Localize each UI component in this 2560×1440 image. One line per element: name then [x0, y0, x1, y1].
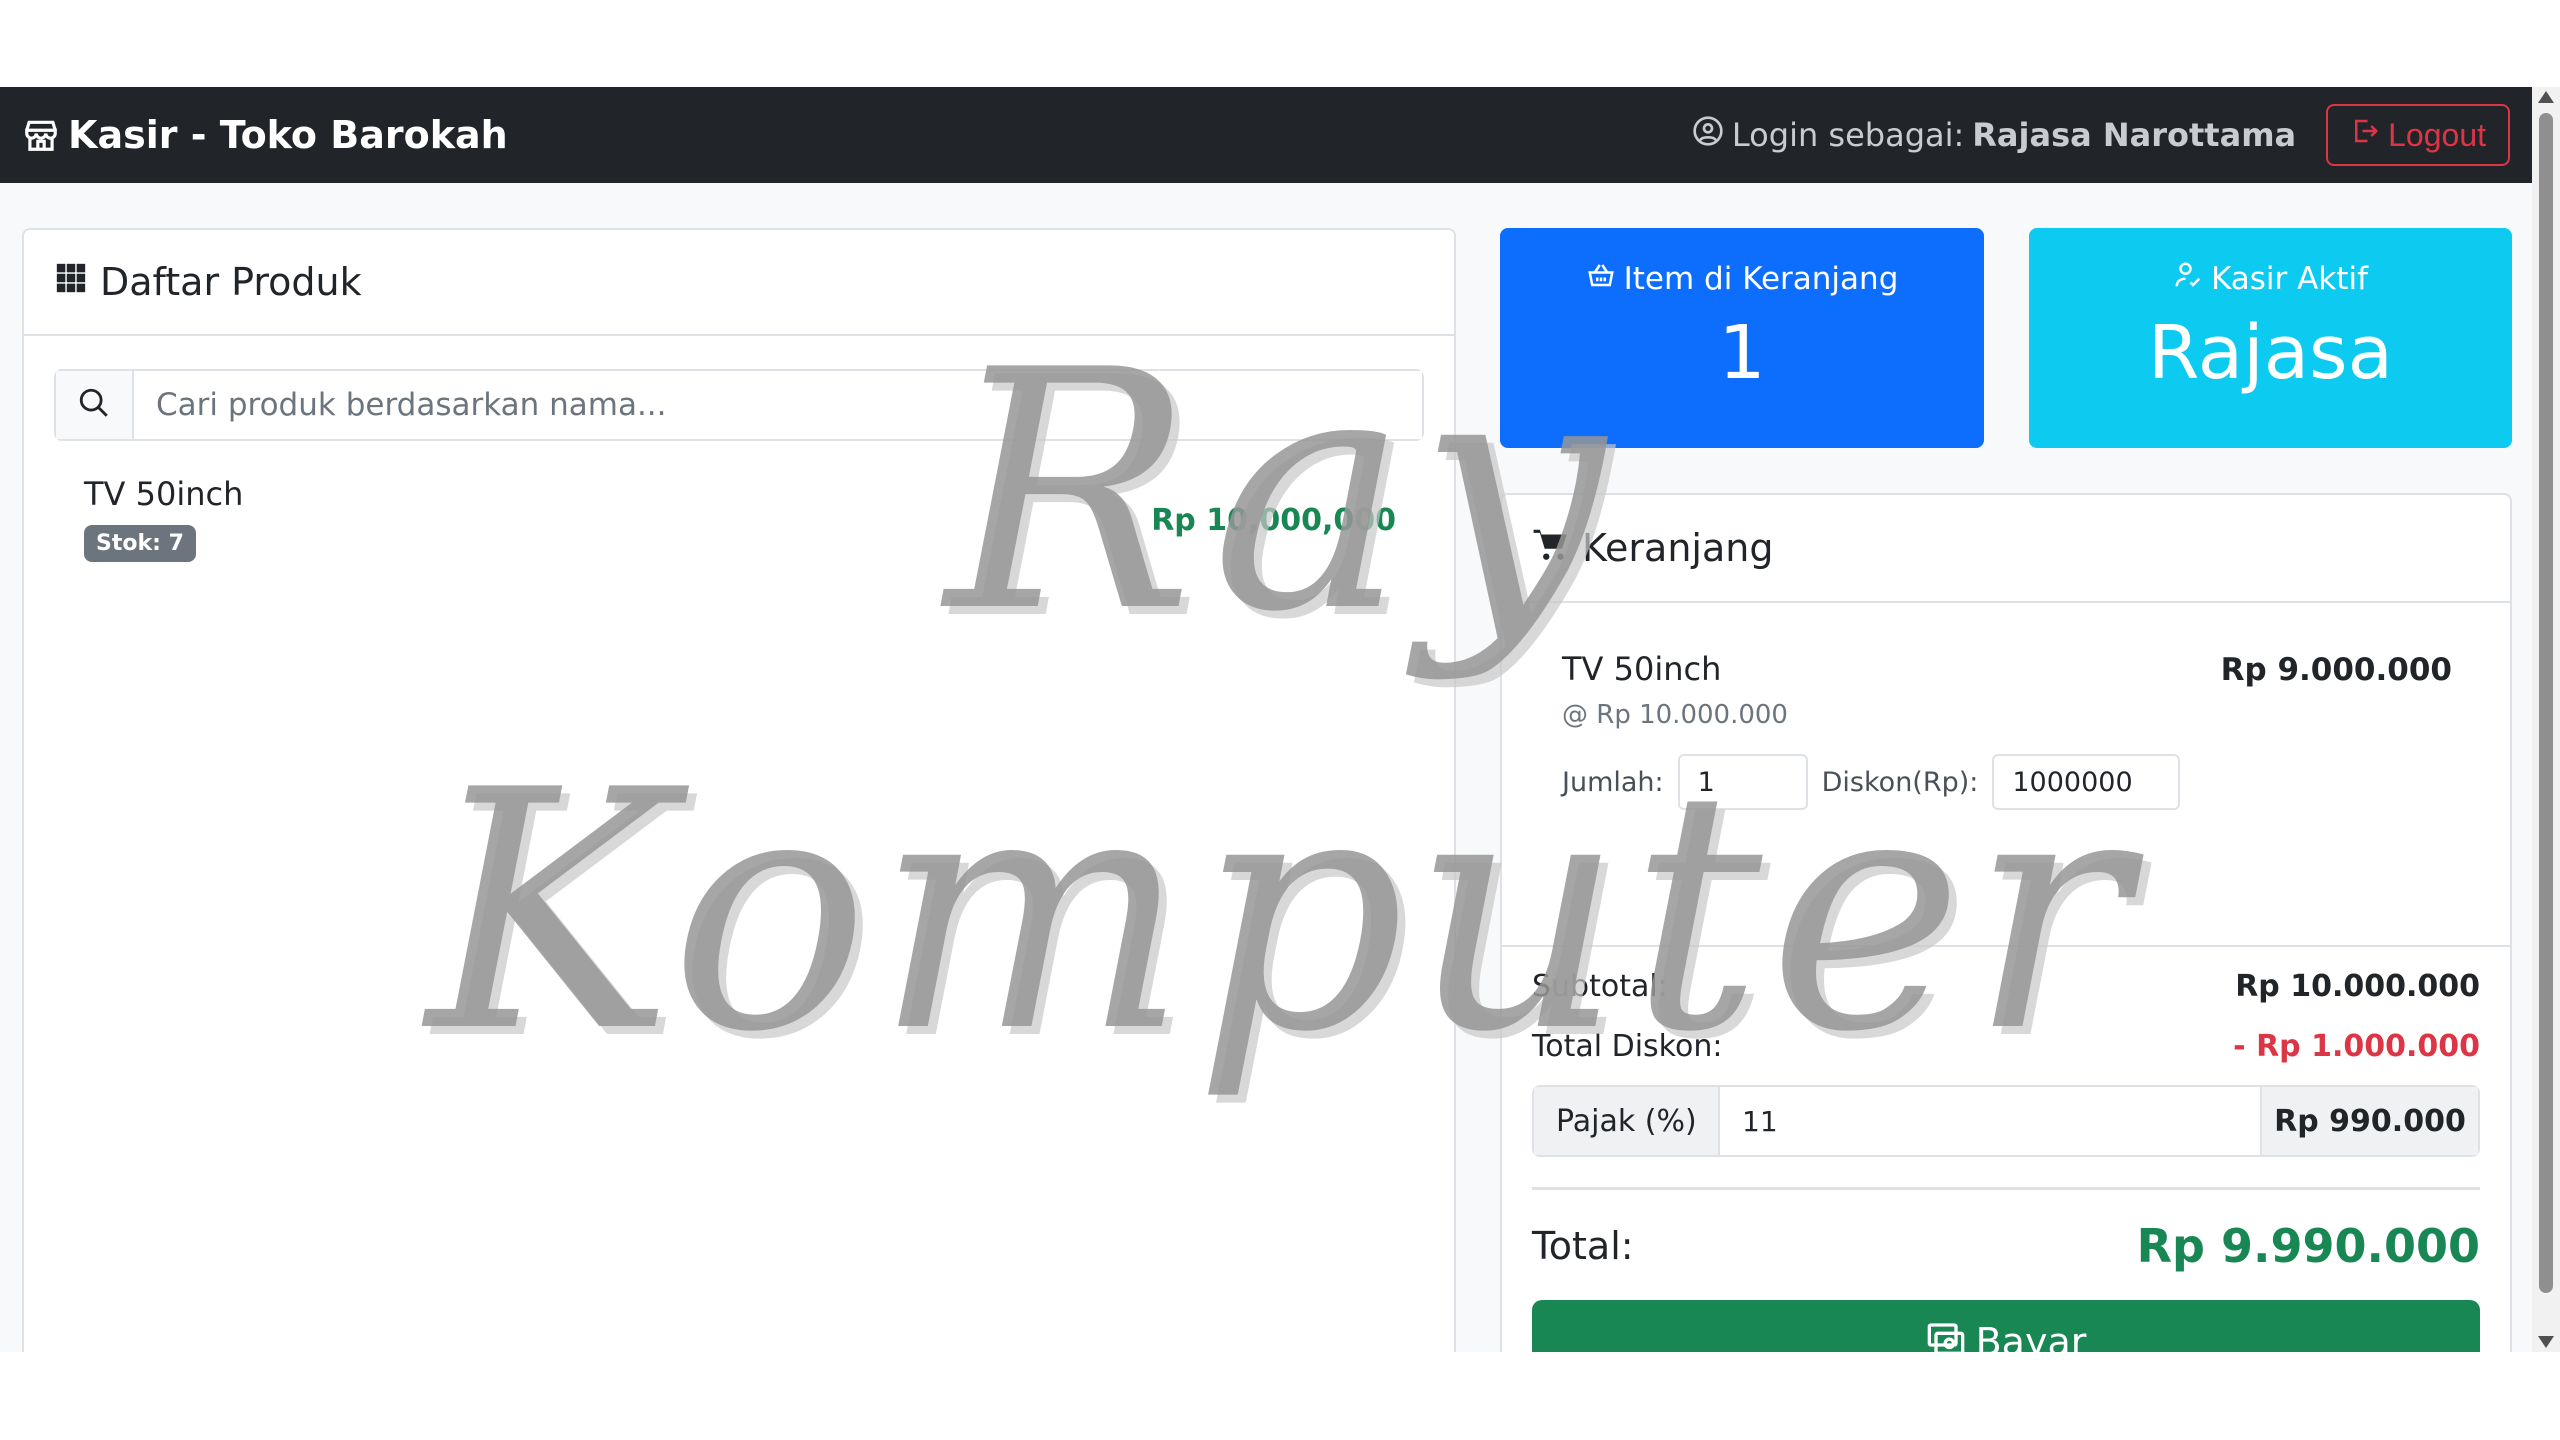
tax-label: Pajak (%) [1534, 1087, 1720, 1155]
login-user: Rajasa Narottama [1972, 116, 2297, 154]
active-cashier-card: Kasir Aktif Rajasa [2029, 228, 2512, 448]
logout-icon [2350, 116, 2380, 154]
page-scrollbar[interactable] [2532, 87, 2560, 1352]
cart-count-label: Item di Keranjang [1623, 261, 1899, 297]
cart-card: Keranjang TV 50inch @ Rp 10.000.000 Rp 9… [1500, 493, 2512, 1352]
discount-input[interactable] [1992, 754, 2181, 810]
scroll-thumb[interactable] [2539, 113, 2553, 1293]
brand[interactable]: Kasir - Toko Barokah [22, 113, 508, 157]
basket-icon [1586, 260, 1616, 298]
app-viewport: Kasir - Toko Barokah Login sebagai: Raja… [0, 87, 2560, 1352]
product-list-header: Daftar Produk [24, 230, 1454, 336]
cart-header: Keranjang [1502, 495, 2510, 603]
search-input[interactable] [134, 371, 1422, 439]
discount-total-label: Total Diskon: [1532, 1028, 1723, 1064]
search-icon-wrap [56, 371, 134, 439]
qty-label: Jumlah: [1562, 766, 1664, 798]
discount-total-row: Total Diskon: - Rp 1.000.000 [1532, 1025, 2480, 1067]
tax-group: Pajak (%) Rp 990.000 [1532, 1085, 2480, 1157]
cash-icon [1926, 1320, 1966, 1352]
total-row: Total: Rp 9.990.000 [1532, 1218, 2480, 1274]
product-price: Rp 10,000,000 [1151, 503, 1396, 538]
stock-badge: Stok: 7 [84, 525, 196, 562]
qty-input[interactable] [1677, 754, 1808, 810]
tax-amount: Rp 990.000 [2260, 1087, 2478, 1155]
scroll-down-arrow-icon[interactable] [2538, 1336, 2554, 1348]
logout-label: Logout [2388, 116, 2486, 153]
discount-total-value: - Rp 1.000.000 [2233, 1028, 2480, 1064]
cart-item: TV 50inch @ Rp 10.000.000 Rp 9.000.000 J… [1562, 650, 2452, 810]
search-group [54, 369, 1424, 441]
active-cashier-label: Kasir Aktif [2211, 261, 2368, 297]
cart-item-unit-price: @ Rp 10.000.000 [1562, 700, 1788, 730]
cart-count-value: 1 [1718, 310, 1766, 396]
search-icon [77, 386, 111, 424]
shop-icon [22, 116, 60, 154]
product-name: TV 50inch [84, 475, 244, 513]
product-item[interactable]: TV 50inch Stok: 7 Rp 10,000,000 [54, 475, 1424, 585]
total-label: Total: [1532, 1224, 1634, 1268]
tax-input[interactable] [1720, 1087, 2260, 1155]
cart-summary: Subtotal: Rp 10.000.000 Total Diskon: - … [1502, 945, 2510, 1352]
cart-item-line-total: Rp 9.000.000 [2220, 652, 2452, 688]
divider [1532, 1187, 2480, 1190]
discount-label: Diskon(Rp): [1821, 766, 1979, 798]
pay-button[interactable]: Bayar [1532, 1300, 2480, 1352]
total-value: Rp 9.990.000 [2136, 1219, 2480, 1273]
login-info: Login sebagai: Rajasa Narottama [1692, 115, 2296, 155]
grid-icon [54, 260, 88, 304]
login-prefix: Login sebagai: [1731, 116, 1965, 154]
user-circle-icon [1692, 115, 1724, 155]
user-check-icon [2173, 260, 2203, 298]
product-list-title: Daftar Produk [100, 260, 362, 304]
active-cashier-name: Rajasa [2148, 310, 2393, 396]
top-navbar: Kasir - Toko Barokah Login sebagai: Raja… [0, 87, 2532, 183]
logout-button[interactable]: Logout [2326, 104, 2510, 166]
pay-label: Bayar [1975, 1320, 2087, 1352]
subtotal-row: Subtotal: Rp 10.000.000 [1532, 965, 2480, 1007]
brand-title: Kasir - Toko Barokah [68, 113, 508, 157]
subtotal-value: Rp 10.000.000 [2235, 968, 2480, 1004]
subtotal-label: Subtotal: [1532, 968, 1668, 1004]
cart-icon [1532, 525, 1570, 572]
product-list-card: Daftar Produk TV 50inch Stok: 7 Rp 10,00… [22, 228, 1456, 1352]
scroll-up-arrow-icon[interactable] [2538, 91, 2554, 103]
cart-title: Keranjang [1582, 526, 1774, 570]
cart-count-card: Item di Keranjang 1 [1500, 228, 1984, 448]
